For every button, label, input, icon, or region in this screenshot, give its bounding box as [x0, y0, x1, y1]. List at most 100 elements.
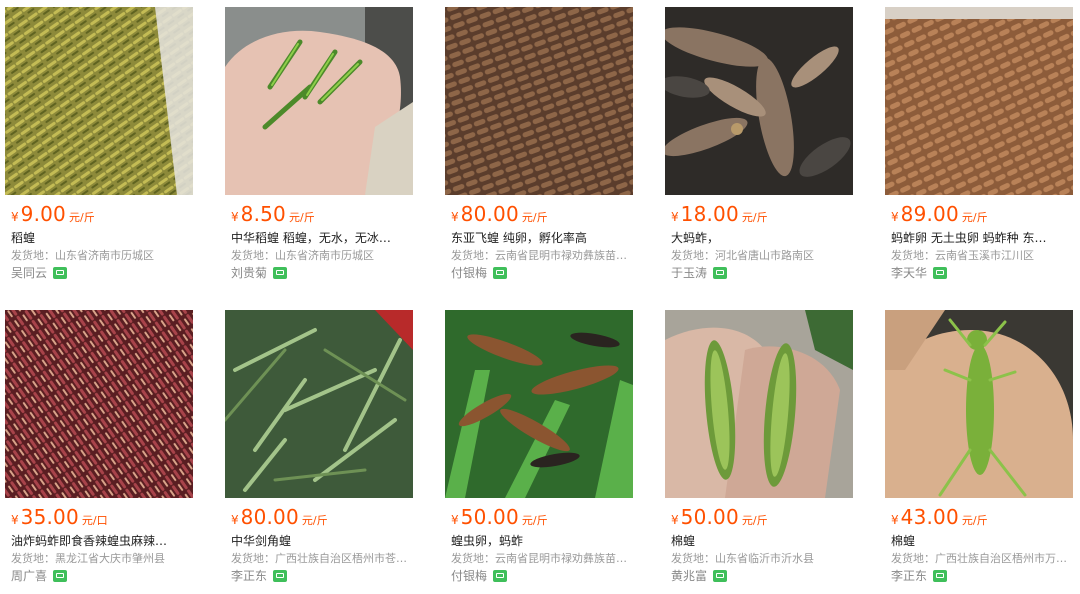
ship-origin: 发货地：云南省昆明市禄劝彝族苗… — [451, 249, 627, 262]
product-title[interactable]: 蝗虫卵，蚂蚱 — [451, 532, 631, 549]
product-card[interactable]: ¥80.00 元/斤 东亚飞蝗 纯卵，孵化率高 发货地：云南省昆明市禄劝彝族苗… … — [445, 7, 633, 291]
price-row: ¥43.00 元/斤 — [891, 505, 988, 529]
product-image[interactable] — [665, 310, 853, 498]
price-unit: 元/斤 — [68, 211, 95, 224]
currency-symbol: ¥ — [231, 210, 239, 224]
product-card[interactable]: ¥9.00 元/斤 稻蝗 发货地：山东省济南市历城区 吴同云 — [5, 7, 193, 291]
price-value: 50.00 — [460, 505, 519, 529]
seller-row: 李天华 — [891, 264, 948, 282]
seller-name[interactable]: 李天华 — [891, 264, 927, 281]
seller-name[interactable]: 周广喜 — [11, 567, 47, 584]
seller-row: 吴同云 — [11, 264, 68, 282]
product-card[interactable]: ¥80.00 元/斤 中华剑角蝗 发货地：广西壮族自治区梧州市苍… 李正东 — [225, 310, 413, 594]
seller-row: 刘贵菊 — [231, 264, 288, 282]
product-image[interactable] — [885, 310, 1073, 498]
ship-origin: 发货地：广西壮族自治区梧州市万… — [891, 552, 1067, 565]
price-row: ¥8.50 元/斤 — [231, 202, 315, 226]
seller-row: 李正东 — [891, 567, 948, 585]
price-row: ¥9.00 元/斤 — [11, 202, 95, 226]
chat-icon[interactable] — [493, 266, 508, 279]
chat-icon[interactable] — [493, 569, 508, 582]
product-image[interactable] — [445, 310, 633, 498]
product-title[interactable]: 棉蝗 — [671, 532, 851, 549]
product-image[interactable] — [665, 7, 853, 195]
seller-name[interactable]: 黄兆富 — [671, 567, 707, 584]
chat-icon[interactable] — [933, 266, 948, 279]
product-title[interactable]: 棉蝗 — [891, 532, 1071, 549]
product-card[interactable]: ¥8.50 元/斤 中华稻蝗 稻蝗，无水，无冰… 发货地：山东省济南市历城区 刘贵… — [225, 7, 413, 291]
price-row: ¥18.00 元/斤 — [671, 202, 768, 226]
seller-name[interactable]: 吴同云 — [11, 264, 47, 281]
seller-name[interactable]: 付银梅 — [451, 567, 487, 584]
ship-origin: 发货地：云南省玉溪市江川区 — [891, 249, 1034, 262]
product-image[interactable] — [5, 310, 193, 498]
product-card[interactable]: ¥89.00 元/斤 蚂蚱卵 无土虫卵 蚂蚱种 东… 发货地：云南省玉溪市江川区 … — [885, 7, 1073, 291]
product-card[interactable]: ¥43.00 元/斤 棉蝗 发货地：广西壮族自治区梧州市万… 李正东 — [885, 310, 1073, 594]
product-title[interactable]: 大蚂蚱， — [671, 229, 851, 246]
chat-icon[interactable] — [713, 266, 728, 279]
seller-name[interactable]: 李正东 — [231, 567, 267, 584]
product-title[interactable]: 蚂蚱卵 无土虫卵 蚂蚱种 东… — [891, 229, 1071, 246]
chat-icon[interactable] — [933, 569, 948, 582]
product-image[interactable] — [885, 7, 1073, 195]
seller-row: 黄兆富 — [671, 567, 728, 585]
price-row: ¥80.00 元/斤 — [231, 505, 328, 529]
price-row: ¥35.00 元/口 — [11, 505, 108, 529]
product-card[interactable]: ¥35.00 元/口 油炸蚂蚱即食香辣蝗虫麻辣… 发货地：黑龙江省大庆市肇州县 周… — [5, 310, 193, 594]
currency-symbol: ¥ — [891, 210, 899, 224]
price-value: 18.00 — [680, 202, 739, 226]
product-title[interactable]: 中华剑角蝗 — [231, 532, 411, 549]
ship-origin: 发货地：山东省临沂市沂水县 — [671, 552, 814, 565]
price-value: 89.00 — [900, 202, 959, 226]
seller-row: 于玉涛 — [671, 264, 728, 282]
price-value: 80.00 — [240, 505, 299, 529]
seller-name[interactable]: 李正东 — [891, 567, 927, 584]
price-unit: 元/口 — [81, 514, 108, 527]
product-card[interactable]: ¥18.00 元/斤 大蚂蚱， 发货地：河北省唐山市路南区 于玉涛 — [665, 7, 853, 291]
price-value: 9.00 — [20, 202, 66, 226]
chat-icon[interactable] — [53, 569, 68, 582]
currency-symbol: ¥ — [11, 210, 19, 224]
chat-icon[interactable] — [273, 569, 288, 582]
product-image[interactable] — [225, 7, 413, 195]
seller-row: 付银梅 — [451, 264, 508, 282]
currency-symbol: ¥ — [11, 513, 19, 527]
product-title[interactable]: 油炸蚂蚱即食香辣蝗虫麻辣… — [11, 532, 191, 549]
ship-origin: 发货地：山东省济南市历城区 — [231, 249, 374, 262]
price-value: 50.00 — [680, 505, 739, 529]
price-unit: 元/斤 — [741, 211, 768, 224]
product-title[interactable]: 稻蝗 — [11, 229, 191, 246]
product-card[interactable]: ¥50.00 元/斤 蝗虫卵，蚂蚱 发货地：云南省昆明市禄劝彝族苗… 付银梅 — [445, 310, 633, 594]
ship-origin: 发货地：河北省唐山市路南区 — [671, 249, 814, 262]
ship-origin: 发货地：黑龙江省大庆市肇州县 — [11, 552, 165, 565]
seller-row: 李正东 — [231, 567, 288, 585]
currency-symbol: ¥ — [671, 210, 679, 224]
price-value: 8.50 — [240, 202, 286, 226]
seller-row: 付银梅 — [451, 567, 508, 585]
price-row: ¥50.00 元/斤 — [451, 505, 548, 529]
price-row: ¥50.00 元/斤 — [671, 505, 768, 529]
ship-origin: 发货地：云南省昆明市禄劝彝族苗… — [451, 552, 627, 565]
seller-row: 周广喜 — [11, 567, 68, 585]
chat-icon[interactable] — [713, 569, 728, 582]
price-unit: 元/斤 — [301, 514, 328, 527]
seller-name[interactable]: 付银梅 — [451, 264, 487, 281]
product-card[interactable]: ¥50.00 元/斤 棉蝗 发货地：山东省临沂市沂水县 黄兆富 — [665, 310, 853, 594]
currency-symbol: ¥ — [451, 513, 459, 527]
currency-symbol: ¥ — [671, 513, 679, 527]
price-unit: 元/斤 — [521, 514, 548, 527]
product-title[interactable]: 中华稻蝗 稻蝗，无水，无冰… — [231, 229, 411, 246]
product-image[interactable] — [225, 310, 413, 498]
chat-icon[interactable] — [273, 266, 288, 279]
ship-origin: 发货地：山东省济南市历城区 — [11, 249, 154, 262]
product-image[interactable] — [5, 7, 193, 195]
price-value: 43.00 — [900, 505, 959, 529]
product-image[interactable] — [445, 7, 633, 195]
price-value: 80.00 — [460, 202, 519, 226]
price-unit: 元/斤 — [961, 514, 988, 527]
product-title[interactable]: 东亚飞蝗 纯卵，孵化率高 — [451, 229, 631, 246]
seller-name[interactable]: 于玉涛 — [671, 264, 707, 281]
currency-symbol: ¥ — [231, 513, 239, 527]
chat-icon[interactable] — [53, 266, 68, 279]
seller-name[interactable]: 刘贵菊 — [231, 264, 267, 281]
